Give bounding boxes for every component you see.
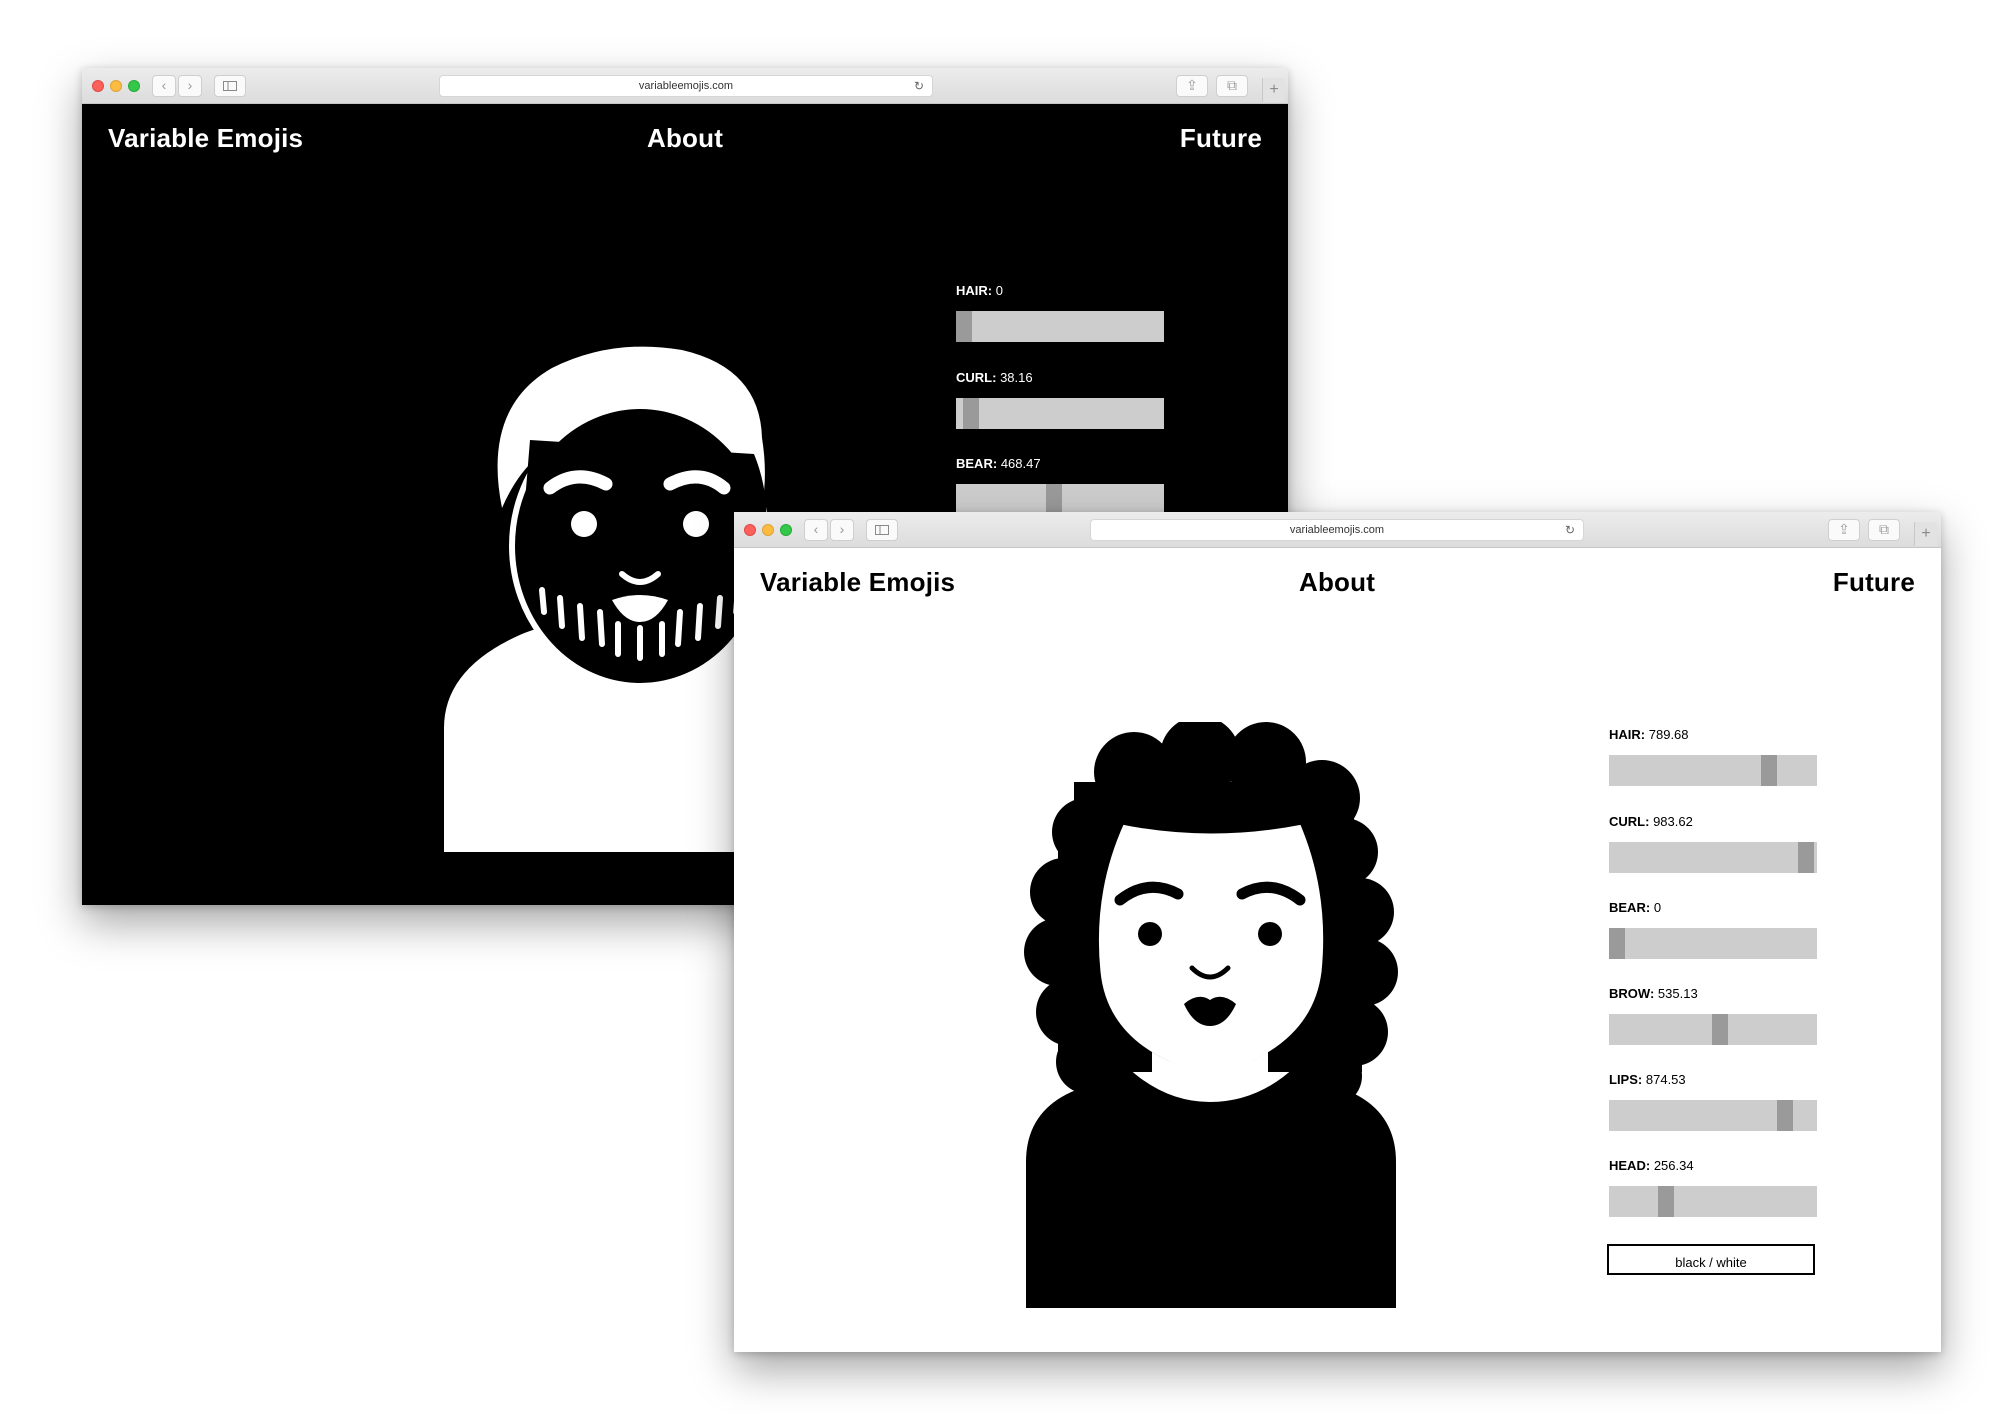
lips-slider[interactable]	[1609, 1100, 1817, 1131]
plus-icon[interactable]: +	[1262, 78, 1285, 102]
tabs-icon[interactable]: ⧉	[1868, 519, 1900, 541]
slider-label-lips: LIPS: 874.53	[1609, 1072, 1686, 1087]
reload-icon[interactable]: ↻	[914, 76, 924, 96]
minimize-window-button[interactable]	[110, 80, 122, 92]
slider-thumb[interactable]	[1798, 842, 1814, 873]
nav-about-link[interactable]: About	[1299, 567, 1375, 598]
share-icon[interactable]: ⇪	[1828, 519, 1860, 541]
hair-slider[interactable]	[1609, 755, 1817, 786]
sidebar-icon[interactable]	[214, 75, 246, 97]
slider-label-head: HEAD: 256.34	[1609, 1158, 1694, 1173]
slider-label-bear: BEAR: 0	[1609, 900, 1662, 915]
nav-future-link[interactable]: Future	[1180, 123, 1262, 154]
slider-thumb[interactable]	[963, 398, 979, 429]
slider-thumb[interactable]	[1761, 755, 1777, 786]
hair-slider[interactable]	[956, 311, 1164, 342]
browser-window-white: ‹ › variableemojis.com ↻ ⇪ ⧉ + Variable …	[734, 512, 1941, 1352]
bear-slider[interactable]	[956, 484, 1164, 515]
address-bar[interactable]: variableemojis.com ↻	[1090, 519, 1584, 541]
back-arrow-icon[interactable]: ‹	[152, 75, 176, 97]
site-title[interactable]: Variable Emojis	[760, 567, 955, 598]
browser-toolbar: ‹ › variableemojis.com ↻ ⇪ ⧉ +	[734, 512, 1941, 548]
curl-slider[interactable]	[1609, 842, 1817, 873]
url-text: variableemojis.com	[638, 80, 734, 92]
address-bar[interactable]: variableemojis.com ↻	[439, 75, 933, 97]
slider-thumb[interactable]	[1712, 1014, 1728, 1045]
slider-thumb[interactable]	[1046, 484, 1062, 515]
url-text: variableemojis.com	[1289, 524, 1385, 536]
head-slider[interactable]	[1609, 1186, 1817, 1217]
browser-toolbar: ‹ › variableemojis.com ↻ ⇪ ⧉ +	[82, 68, 1288, 104]
plus-icon[interactable]: +	[1914, 522, 1937, 546]
black-white-toggle-button[interactable]: black / white	[1607, 1244, 1815, 1275]
close-window-button[interactable]	[92, 80, 104, 92]
slider-thumb[interactable]	[1609, 928, 1625, 959]
zoom-window-button[interactable]	[780, 524, 792, 536]
slider-label-curl: CURL: 38.16	[956, 370, 1033, 385]
bear-slider[interactable]	[1609, 928, 1817, 959]
slider-label-bear: BEAR: 468.47	[956, 456, 1041, 471]
slider-label-hair: HAIR: 0	[956, 283, 1003, 298]
slider-thumb[interactable]	[1777, 1100, 1793, 1131]
curl-slider[interactable]	[956, 398, 1164, 429]
tabs-icon[interactable]: ⧉	[1216, 75, 1248, 97]
brow-slider[interactable]	[1609, 1014, 1817, 1045]
sidebar-icon[interactable]	[866, 519, 898, 541]
back-arrow-icon[interactable]: ‹	[804, 519, 828, 541]
site-title[interactable]: Variable Emojis	[108, 123, 303, 154]
forward-arrow-icon[interactable]: ›	[178, 75, 202, 97]
close-window-button[interactable]	[744, 524, 756, 536]
reload-icon[interactable]: ↻	[1565, 520, 1575, 540]
forward-arrow-icon[interactable]: ›	[830, 519, 854, 541]
share-icon[interactable]: ⇪	[1176, 75, 1208, 97]
curly-haired-woman-emoji	[1024, 722, 1398, 1308]
slider-label-brow: BROW: 535.13	[1609, 986, 1698, 1001]
nav-about-link[interactable]: About	[647, 123, 723, 154]
minimize-window-button[interactable]	[762, 524, 774, 536]
slider-thumb[interactable]	[956, 311, 972, 342]
slider-thumb[interactable]	[1658, 1186, 1674, 1217]
zoom-window-button[interactable]	[128, 80, 140, 92]
slider-label-curl: CURL: 983.62	[1609, 814, 1693, 829]
slider-label-hair: HAIR: 789.68	[1609, 727, 1689, 742]
nav-future-link[interactable]: Future	[1833, 567, 1915, 598]
